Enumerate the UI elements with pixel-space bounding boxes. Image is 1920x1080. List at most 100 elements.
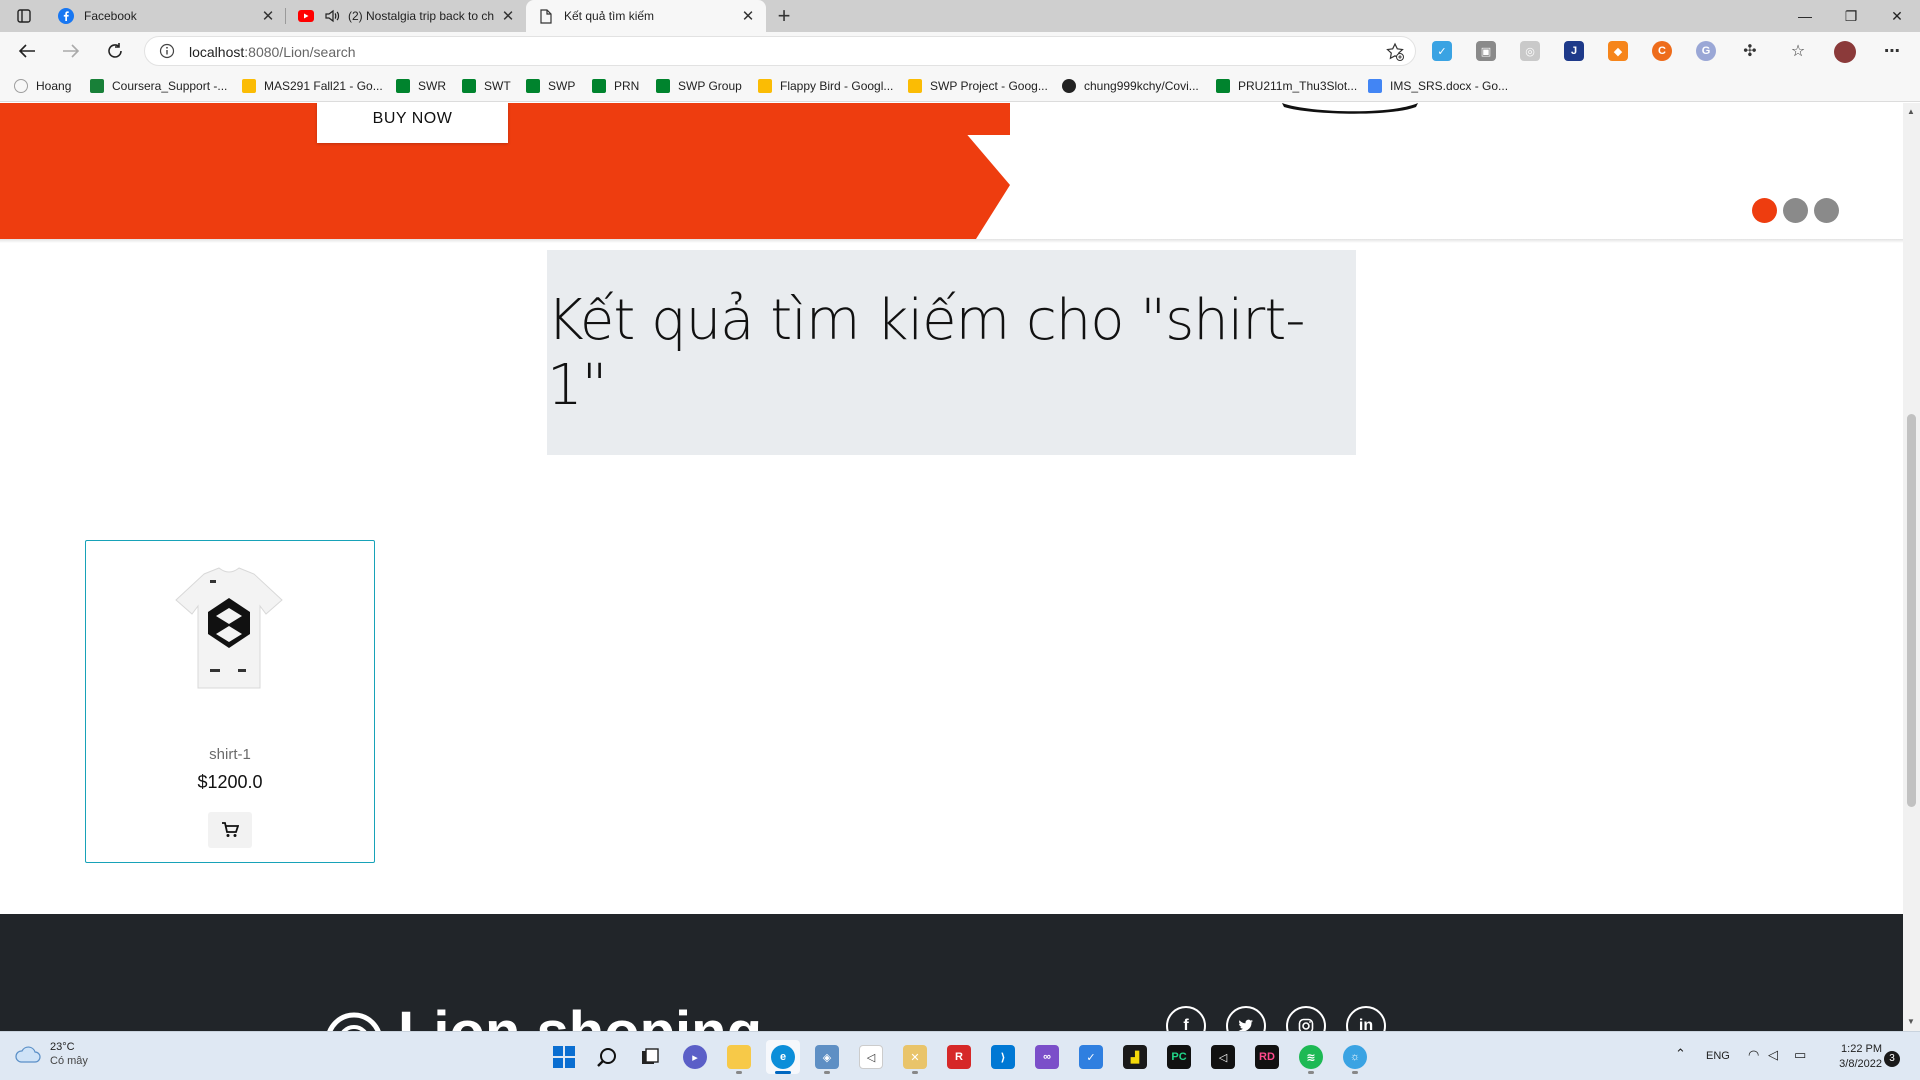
reload-icon[interactable] xyxy=(100,37,130,65)
linkedin-icon[interactable]: in xyxy=(1346,1006,1386,1031)
extensions-puzzle-icon[interactable]: ✣ xyxy=(1740,41,1760,61)
add-to-cart-button[interactable] xyxy=(208,812,252,848)
product-name[interactable]: shirt-1 xyxy=(86,746,374,763)
todo-icon[interactable]: ✓ xyxy=(1074,1040,1108,1074)
buy-now-button[interactable]: BUY NOW xyxy=(317,103,508,143)
bookmark-item[interactable]: PRU211m_Thu3Slot... xyxy=(1216,77,1357,95)
footer-brand: Lion shoping xyxy=(398,1003,762,1032)
extension-icon[interactable]: ▣ xyxy=(1476,41,1496,61)
bookmark-item[interactable]: chung999kchy/Covi... xyxy=(1062,77,1199,95)
rider-icon[interactable]: RD xyxy=(1250,1040,1284,1074)
bookmark-item[interactable]: PRN xyxy=(592,77,639,95)
bookmark-item[interactable]: IMS_SRS.docx - Go... xyxy=(1368,77,1508,95)
bookmark-item[interactable]: SWP xyxy=(526,77,575,95)
slider-dot[interactable] xyxy=(1752,198,1777,223)
language-indicator[interactable]: ENG xyxy=(1706,1050,1730,1062)
meet-icon xyxy=(396,79,410,93)
wifi-icon[interactable]: ◠ xyxy=(1748,1047,1759,1063)
weather-temp: 23°C xyxy=(50,1041,75,1053)
extension-icon[interactable]: ◎ xyxy=(1520,41,1540,61)
pycharm-icon[interactable]: PC xyxy=(1162,1040,1196,1074)
app-icon[interactable]: ✕ xyxy=(898,1040,932,1074)
drive-icon xyxy=(758,79,772,93)
clock-date: 3/8/2022 xyxy=(1839,1058,1882,1070)
info-icon[interactable] xyxy=(159,43,175,59)
github-icon xyxy=(1062,79,1076,93)
weather-widget[interactable]: 23°C Có mây xyxy=(14,1040,88,1068)
more-icon[interactable]: ⋯ xyxy=(1882,41,1902,61)
notification-badge[interactable]: 3 xyxy=(1884,1051,1900,1067)
extension-icon[interactable]: G xyxy=(1696,41,1716,61)
favorites-icon[interactable]: ☆ xyxy=(1788,41,1808,61)
speaker-icon[interactable] xyxy=(324,8,340,24)
instagram-icon[interactable] xyxy=(1286,1006,1326,1031)
app-icon[interactable]: R xyxy=(942,1040,976,1074)
url-text: localhost:8080/Lion/search xyxy=(189,44,356,60)
twitter-icon[interactable] xyxy=(1226,1006,1266,1031)
meet-icon xyxy=(462,79,476,93)
tab-actions-icon[interactable] xyxy=(10,6,38,26)
slider-dots xyxy=(1752,198,1839,223)
app-icon[interactable]: ☼ xyxy=(1338,1040,1372,1074)
facebook-icon[interactable]: f xyxy=(1166,1006,1206,1031)
drive-icon xyxy=(242,79,256,93)
battery-icon[interactable]: ▭ xyxy=(1794,1047,1806,1063)
file-explorer-icon[interactable] xyxy=(722,1040,756,1074)
bookmark-item[interactable]: Hoang xyxy=(14,77,71,95)
bookmark-item[interactable]: SWR xyxy=(396,77,446,95)
product-card[interactable]: shirt-1 $1200.0 xyxy=(85,540,375,863)
minimize-icon[interactable]: — xyxy=(1782,0,1828,32)
edge-icon[interactable]: e xyxy=(766,1040,800,1074)
visual-studio-icon[interactable]: ◁ xyxy=(854,1040,888,1074)
tab-youtube[interactable]: (2) Nostalgia trip back to ch ✕ xyxy=(286,0,526,32)
virtualbox-icon[interactable]: ◈ xyxy=(810,1040,844,1074)
bookmark-item[interactable]: Coursera_Support -... xyxy=(90,77,227,95)
close-icon[interactable]: ✕ xyxy=(500,7,516,25)
product-price: $1200.0 xyxy=(197,772,263,792)
bookmark-item[interactable]: SWP Project - Goog... xyxy=(908,77,1048,95)
close-icon[interactable]: ✕ xyxy=(260,7,276,25)
footer-logo[interactable]: Lion shoping xyxy=(320,1003,762,1031)
back-icon[interactable] xyxy=(12,37,42,65)
extension-icon[interactable]: J xyxy=(1564,41,1584,61)
app-icon[interactable]: ◁ xyxy=(1206,1040,1240,1074)
scroll-up-icon[interactable]: ▲ xyxy=(1907,107,1915,116)
extension-icon[interactable]: ✓ xyxy=(1432,41,1452,61)
close-icon[interactable]: ✕ xyxy=(740,7,756,25)
clock[interactable]: 1:22 PM 3/8/2022 xyxy=(1822,1042,1882,1072)
tab-search-results[interactable]: Kết quả tìm kiếm ✕ xyxy=(526,0,766,32)
bookmark-item[interactable]: SWP Group xyxy=(656,77,742,95)
start-icon[interactable] xyxy=(547,1040,581,1074)
url-input[interactable]: localhost:8080/Lion/search xyxy=(144,36,1416,66)
slider-dot[interactable] xyxy=(1814,198,1839,223)
vscode-icon[interactable]: ⟩ xyxy=(986,1040,1020,1074)
product-image xyxy=(175,567,283,689)
metamask-icon[interactable]: ◆ xyxy=(1608,41,1628,61)
window-close-icon[interactable]: ✕ xyxy=(1874,0,1920,32)
tab-facebook[interactable]: Facebook ✕ xyxy=(46,0,286,32)
extension-icon[interactable]: C xyxy=(1652,41,1672,61)
bookmark-item[interactable]: SWT xyxy=(462,77,511,95)
new-tab-icon[interactable]: + xyxy=(770,2,798,30)
chat-icon[interactable]: ▸ xyxy=(678,1040,712,1074)
add-favorite-icon[interactable] xyxy=(1385,42,1405,62)
volume-icon[interactable]: ◁ xyxy=(1768,1047,1778,1063)
search-icon[interactable] xyxy=(590,1040,624,1074)
task-view-icon[interactable] xyxy=(633,1040,667,1074)
spotify-icon[interactable]: ≋ xyxy=(1294,1040,1328,1074)
visual-studio-purple-icon[interactable]: ∞ xyxy=(1030,1040,1064,1074)
forward-icon[interactable] xyxy=(56,37,86,65)
page-scrollbar[interactable]: ▲ ▼ xyxy=(1903,103,1920,1031)
avatar[interactable] xyxy=(1834,41,1856,63)
slider-dot[interactable] xyxy=(1783,198,1808,223)
bookmark-item[interactable]: Flappy Bird - Googl... xyxy=(758,77,893,95)
bookmark-item[interactable]: MAS291 Fall21 - Go... xyxy=(242,77,383,95)
shoe-image xyxy=(1282,103,1418,114)
sticky-notes-icon[interactable]: ▟ xyxy=(1118,1040,1152,1074)
show-hidden-icons[interactable]: ⌃ xyxy=(1675,1046,1686,1062)
tab-title: Facebook xyxy=(84,9,137,23)
restore-icon[interactable]: ❐ xyxy=(1828,0,1874,32)
scroll-down-icon[interactable]: ▼ xyxy=(1907,1017,1915,1026)
meet-icon xyxy=(526,79,540,93)
scrollbar-thumb[interactable] xyxy=(1907,414,1916,807)
